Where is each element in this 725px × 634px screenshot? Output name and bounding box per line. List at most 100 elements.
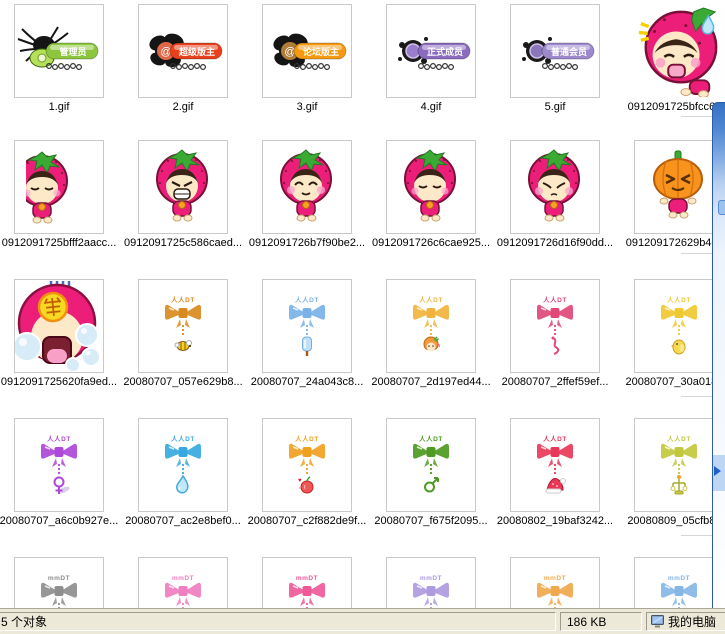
file-thumbnail[interactable]: 人人DT <box>386 279 476 373</box>
file-name-label: 4.gif <box>420 101 442 113</box>
file-thumbnail[interactable]: 人人DT <box>510 418 600 512</box>
thumbnail-image: 人人DT <box>263 280 351 372</box>
svg-text:mmDT: mmDT <box>544 575 566 582</box>
thumbnail-image: 人人DT <box>635 280 723 372</box>
file-item[interactable]: 0912091726c6cae925... <box>369 140 493 250</box>
scroll-arrow-icon[interactable] <box>714 466 721 476</box>
separator-line <box>681 396 713 397</box>
svg-text:人人DT: 人人DT <box>667 295 691 304</box>
file-thumbnail[interactable] <box>262 140 352 234</box>
file-item[interactable]: 0912091726b7f90be2... <box>245 140 369 250</box>
separator-line <box>681 116 713 117</box>
file-thumbnail[interactable]: @ 论坛版主 <box>262 4 352 98</box>
file-item[interactable]: 人人DT 20080707_ac2e8bef0... <box>121 418 245 528</box>
svg-text:管理员: 管理员 <box>59 46 86 57</box>
thumbnail-image: 人人DT <box>139 419 227 511</box>
file-thumbnail[interactable] <box>138 140 228 234</box>
file-thumbnail[interactable] <box>386 140 476 234</box>
file-name-label: 5.gif <box>544 101 566 113</box>
svg-text:mmDT: mmDT <box>296 575 318 582</box>
thumbnail-image: 人人DT <box>511 280 599 372</box>
file-thumbnail[interactable] <box>14 279 104 373</box>
scrollbar-thumb[interactable] <box>718 200 725 215</box>
file-item[interactable]: 人人DT 20080707_24a043c8... <box>245 279 369 389</box>
svg-text:mmDT: mmDT <box>48 575 70 582</box>
file-grid: 管理员 1.gif @ 超级版主 2.gif @ 论坛版主 3.gif 正式成员 4.gif 普通会… <box>0 0 725 634</box>
file-thumbnail[interactable]: 人人DT <box>138 418 228 512</box>
file-thumbnail[interactable]: 管理员 <box>14 4 104 98</box>
svg-text:♥: ♥ <box>298 478 302 484</box>
separator-line <box>681 535 713 536</box>
thumbnail-image <box>635 5 723 97</box>
thumbnail-image: 人人DT <box>15 419 103 511</box>
thumbnail-image <box>387 141 475 233</box>
file-thumbnail[interactable]: 人人DT <box>634 279 724 373</box>
file-name-label: 0912091726c6cae925... <box>371 237 491 249</box>
file-item[interactable]: 人人DT 20080707_2d197ed44... <box>369 279 493 389</box>
file-item[interactable]: 0912091725bfff2aacc... <box>0 140 121 250</box>
file-item[interactable]: 人人DT 20080809_05cfb84... <box>617 418 725 528</box>
file-thumbnail[interactable]: 人人DT <box>386 418 476 512</box>
file-thumbnail[interactable] <box>510 140 600 234</box>
file-name-label: 20080707_c2f882de9f... <box>247 515 367 527</box>
file-name-label: 0912091725bfff2aacc... <box>1 237 117 249</box>
svg-text:普通会员: 普通会员 <box>551 46 587 57</box>
file-name-label: 091209172629b4c5... <box>625 237 725 249</box>
svg-text:论坛版主: 论坛版主 <box>303 46 339 57</box>
thumbnail-image: 管理员 <box>15 5 103 97</box>
file-name-label: 20080809_05cfb84... <box>627 515 725 527</box>
file-item[interactable]: 正式成员 4.gif <box>369 4 493 114</box>
file-name-label: 0912091726b7f90be2... <box>248 237 366 249</box>
file-thumbnail[interactable]: 人人DT <box>138 279 228 373</box>
svg-text:mmDT: mmDT <box>420 575 442 582</box>
my-computer-icon <box>651 615 664 628</box>
thumbnail-image <box>263 141 351 233</box>
file-thumbnail[interactable]: 普通会员 <box>510 4 600 98</box>
file-item[interactable]: 0912091725c586caed... <box>121 140 245 250</box>
file-thumbnail[interactable]: 人人DT <box>510 279 600 373</box>
file-item[interactable]: 人人DT 20080707_a6c0b927e... <box>0 418 121 528</box>
file-item[interactable]: 普通会员 5.gif <box>493 4 617 114</box>
file-item[interactable]: 人人DT 20080707_2ffef59ef... <box>493 279 617 389</box>
file-item[interactable]: 0912091725620fa9ed... <box>0 279 121 389</box>
file-name-label: 20080707_a6c0b927e... <box>0 515 119 527</box>
thumbnail-image: @ 论坛版主 <box>263 5 351 97</box>
file-name-label: 0912091725620fa9ed... <box>0 376 118 388</box>
file-thumbnail[interactable]: @ 超级版主 <box>138 4 228 98</box>
svg-text:人人DT: 人人DT <box>47 434 71 443</box>
thumbnail-image <box>15 141 103 233</box>
file-thumbnail[interactable] <box>634 140 724 234</box>
location-text: 我的电脑 <box>668 615 717 629</box>
file-name-label: 20080707_2d197ed44... <box>371 376 491 388</box>
file-thumbnail[interactable]: 人人DT <box>262 279 352 373</box>
file-name-label: 20080707_057e629b8... <box>123 376 243 388</box>
status-size: 186 KB <box>560 612 642 631</box>
file-thumbnail[interactable]: 正式成员 <box>386 4 476 98</box>
file-item[interactable]: 0912091726d16f90dd... <box>493 140 617 250</box>
status-bar: 5 个对象 186 KB 我的电脑 <box>0 608 725 634</box>
file-thumbnail[interactable] <box>634 4 724 98</box>
svg-text:人人DT: 人人DT <box>419 295 443 304</box>
svg-text:mmDT: mmDT <box>172 575 194 582</box>
thumbnail-image: 人人DT <box>387 280 475 372</box>
file-item[interactable]: 0912091725bfcc6d... <box>617 4 725 114</box>
thumbnail-image: 人人DT <box>387 419 475 511</box>
file-item[interactable]: 人人DT 20080707_057e629b8... <box>121 279 245 389</box>
file-thumbnail[interactable] <box>14 140 104 234</box>
file-item[interactable]: 人人DT 20080707_30a0181... <box>617 279 725 389</box>
scrollbar[interactable] <box>712 102 725 608</box>
file-item[interactable]: 人人DT 20080707_f675f2095... <box>369 418 493 528</box>
file-name-label: 20080707_30a0181... <box>625 376 725 388</box>
file-item[interactable]: @ 超级版主 2.gif <box>121 4 245 114</box>
file-item[interactable]: 人人DT ♥ 20080707_c2f882de9f... <box>245 418 369 528</box>
file-item[interactable]: 管理员 1.gif <box>0 4 121 114</box>
file-thumbnail[interactable]: 人人DT <box>634 418 724 512</box>
file-item[interactable]: 091209172629b4c5... <box>617 140 725 250</box>
status-location: 我的电脑 <box>646 612 725 631</box>
file-item[interactable]: @ 论坛版主 3.gif <box>245 4 369 114</box>
file-thumbnail[interactable]: 人人DT ♥ <box>262 418 352 512</box>
file-thumbnail[interactable]: 人人DT <box>14 418 104 512</box>
svg-text:人人DT: 人人DT <box>295 295 319 304</box>
thumbnail-image: 普通会员 <box>511 5 599 97</box>
file-item[interactable]: 人人DT 20080802_19baf3242... <box>493 418 617 528</box>
